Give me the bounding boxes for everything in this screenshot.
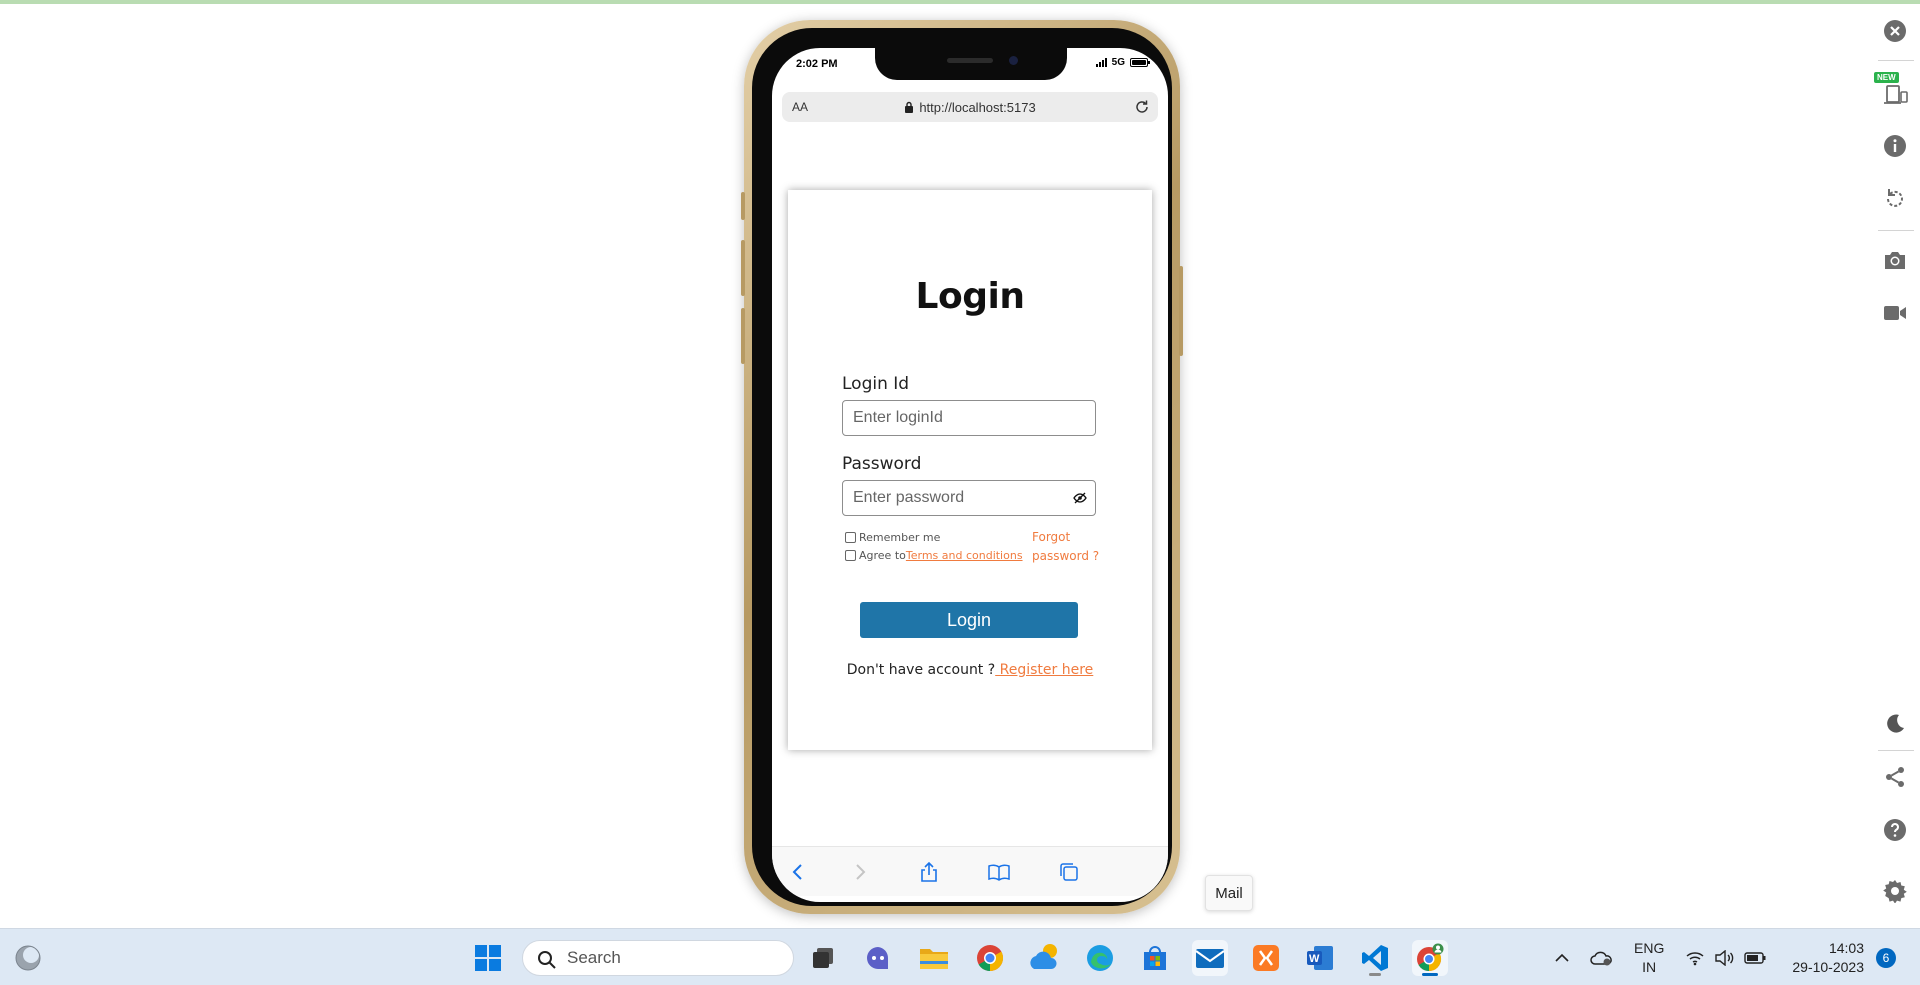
battery-tray-icon[interactable] [1740,940,1770,976]
start-icon[interactable] [470,940,506,976]
top-accent-line [0,0,1920,4]
speaker [947,58,993,63]
close-icon[interactable] [1880,16,1910,46]
system-clock[interactable]: 14:03 29-10-2023 [1786,939,1864,977]
agree-label: Agree to [859,548,906,562]
forgot-password-link[interactable]: Forgot password ? [1032,528,1102,566]
forward-icon[interactable] [848,859,874,885]
chevron-up-icon[interactable] [1544,940,1580,976]
camera-icon[interactable] [1880,245,1910,275]
terms-link[interactable]: Terms and conditions [906,549,1023,562]
info-icon[interactable] [1880,131,1910,161]
front-camera [1009,56,1018,65]
register-prompt: Don't have account ? Register here [788,662,1152,678]
rotate-icon[interactable] [1880,184,1910,214]
sidebar-separator [1878,60,1914,61]
login-button[interactable]: Login [860,602,1078,638]
login-id-label: Login Id [842,374,910,394]
volume-up-button [741,240,745,296]
status-indicators: 5G [1095,57,1150,68]
weather-icon[interactable] [1027,940,1063,976]
battery-icon [1130,58,1150,67]
remember-me-row[interactable]: Remember me [845,528,1023,546]
windows-taskbar: Search W ENG IN 14:03 29-10-2023 6 [0,928,1920,985]
share-network-icon[interactable] [1880,762,1910,792]
file-explorer-icon[interactable] [916,940,952,976]
task-view-icon[interactable] [805,940,841,976]
chrome-profile-icon[interactable] [1412,940,1448,976]
onedrive-icon[interactable] [1584,940,1620,976]
agree-terms-checkbox[interactable] [845,549,856,561]
moon-icon[interactable] [1880,709,1910,739]
edge-icon[interactable] [1082,940,1118,976]
login-options: Remember me Agree to Terms and conditions [845,528,1023,564]
sidebar-separator [1878,230,1914,231]
svg-text:W: W [1309,953,1320,965]
reload-icon[interactable] [1134,99,1150,115]
active-indicator [1422,973,1438,976]
status-time: 2:02 PM [796,58,838,70]
back-icon[interactable] [784,859,810,885]
clock-time: 14:03 [1828,940,1864,956]
address-bar[interactable]: AA http://localhost:5173 [782,92,1158,122]
login-card: Login Login Id Enter loginId Password En… [788,190,1152,750]
store-icon[interactable] [1137,940,1173,976]
notch [875,48,1067,80]
phone-bezel: 2:02 PM 5G AA http://localhost:5173 Logi… [752,28,1172,906]
volume-down-button [741,308,745,364]
simulator-sidebar: NEW [1870,4,1920,928]
login-id-placeholder: Enter loginId [853,409,943,426]
register-link[interactable]: Register here [995,662,1094,678]
lock-icon [905,101,914,113]
remember-me-checkbox[interactable] [845,531,856,543]
settings-icon[interactable] [1880,876,1910,906]
password-placeholder: Enter password [853,489,965,506]
power-button [1179,266,1183,356]
language-code: ENG [1634,940,1665,956]
volume-icon[interactable] [1710,940,1740,976]
search-placeholder: Search [567,948,621,967]
share-icon[interactable] [916,859,942,885]
word-icon[interactable]: W [1302,940,1338,976]
eye-slash-icon[interactable] [1073,491,1087,505]
taskbar-search[interactable]: Search [522,940,794,976]
url-text: http://localhost:5173 [919,99,1036,115]
wifi-icon[interactable] [1680,940,1710,976]
search-icon [538,951,556,969]
chrome-icon[interactable] [972,940,1008,976]
help-icon[interactable] [1880,815,1910,845]
network-label: 5G [1111,57,1125,68]
notification-badge[interactable]: 6 [1876,948,1896,968]
phone-frame: 2:02 PM 5G AA http://localhost:5173 Logi… [741,20,1183,914]
widgets-icon[interactable] [10,940,46,976]
login-id-input[interactable]: Enter loginId [842,400,1096,436]
mail-tooltip: Mail [1205,875,1253,911]
vscode-icon[interactable] [1357,940,1393,976]
xampp-icon[interactable] [1248,940,1284,976]
mute-switch [741,192,745,220]
video-icon[interactable] [1880,298,1910,328]
register-text: Don't have account ? [846,662,996,678]
device-icon[interactable] [1880,78,1910,108]
language-region: IN [1642,959,1657,975]
login-title: Login [915,276,1025,317]
agree-terms-row: Agree to Terms and conditions [845,546,1023,564]
password-label: Password [842,454,922,474]
mail-icon[interactable] [1192,940,1228,976]
password-input[interactable]: Enter password [842,480,1096,516]
language-indicator[interactable]: ENG IN [1634,939,1664,977]
url-display[interactable]: http://localhost:5173 [782,100,1158,115]
sidebar-separator [1878,750,1914,751]
teams-icon[interactable] [860,940,896,976]
running-indicator [1369,973,1381,976]
clock-date: 29-10-2023 [1792,959,1864,975]
tabs-icon[interactable] [1056,859,1082,885]
remember-me-label: Remember me [859,530,941,544]
signal-icon [1095,58,1107,67]
bookmarks-icon[interactable] [986,859,1012,885]
phone-screen: 2:02 PM 5G AA http://localhost:5173 Logi… [772,48,1168,902]
browser-toolbar [772,846,1168,896]
